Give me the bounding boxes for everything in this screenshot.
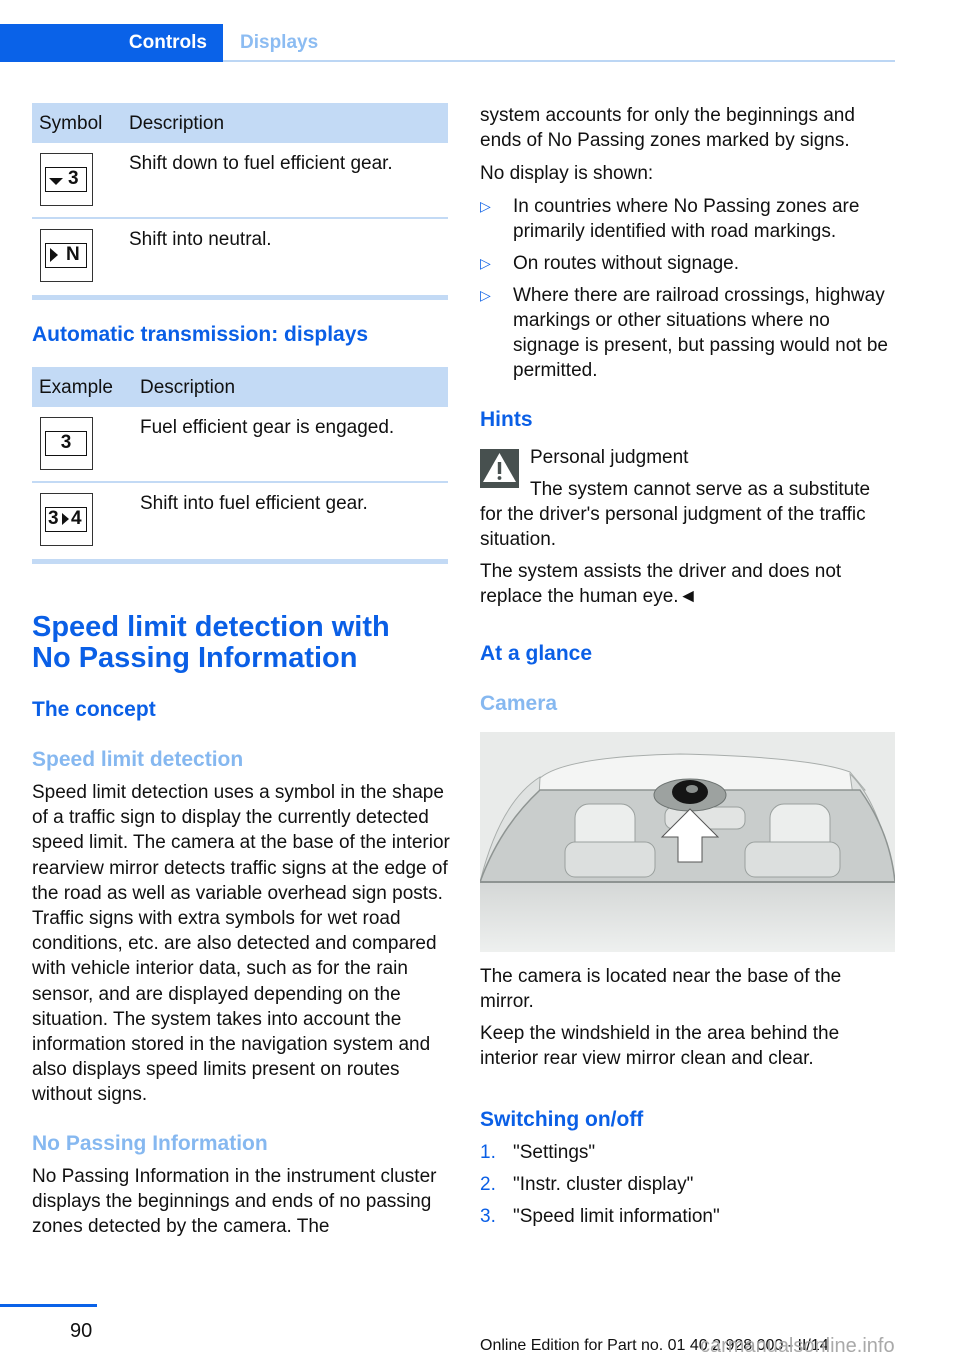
hints-heading: Hints xyxy=(480,408,533,431)
warning-title: Personal judgment xyxy=(530,447,689,468)
section-title: Speed limit detection with No Passing In… xyxy=(32,612,390,674)
no-passing-heading: No Passing Information xyxy=(32,1132,268,1155)
column-header-symbol: Symbol xyxy=(39,113,103,134)
list-item: ▷ On routes without signage. xyxy=(480,251,895,276)
shift-neutral-icon: N xyxy=(40,229,93,282)
footer-rule xyxy=(0,1304,97,1307)
at-a-glance-heading: At a glance xyxy=(480,642,593,665)
speed-limit-heading: Speed limit detection xyxy=(32,748,244,771)
windshield-care-text: Keep the windshield in the area behind t… xyxy=(480,1023,840,1070)
no-passing-paragraph: No Passing Information in the instrument… xyxy=(32,1166,437,1238)
list-item: 1. "Settings" xyxy=(480,1142,596,1163)
watermark: carmanualsonline.info xyxy=(700,1335,895,1357)
list-item: 2. "Instr. cluster display" xyxy=(480,1173,694,1195)
warning-text: The system cannot serve as a substitute … xyxy=(480,479,871,551)
tab-controls-label: Controls xyxy=(128,32,207,53)
no-display-list: ▷ In countries where No Passing zones are… xyxy=(480,194,895,390)
column-header-description: Description xyxy=(140,377,236,398)
triangle-bullet-icon: ▷ xyxy=(480,286,491,303)
section-title-line1: Speed limit detection with xyxy=(32,611,390,643)
auto-transmission-heading: Automatic transmission: displays xyxy=(32,323,369,346)
symbol-table: Symbol Description 3 Shift down to fuel … xyxy=(32,103,448,300)
warning-text-2: The system assists the driver and does n… xyxy=(480,561,842,608)
camera-location-text: The camera is located near the base of t… xyxy=(480,966,842,1013)
page-number: 90 xyxy=(70,1320,93,1342)
triangle-bullet-icon: ▷ xyxy=(480,254,491,271)
continued-paragraph: system accounts for only the beginnings … xyxy=(480,105,855,152)
switching-steps: 1. "Settings" 2. "Instr. cluster display" … xyxy=(480,1140,895,1236)
table-row: N Shift into neutral. xyxy=(32,219,448,295)
table-end-rule xyxy=(32,295,448,300)
section-title-line2: No Passing Information xyxy=(32,642,358,674)
row-description: Shift into fuel efficient gear. xyxy=(140,493,368,514)
list-item: ▷ In countries where No Passing zones are… xyxy=(480,196,860,243)
table-row: 3 Shift down to fuel efficient gear. xyxy=(32,143,448,219)
list-item: ▷ Where there are railroad crossings, hig… xyxy=(480,284,888,382)
triangle-bullet-icon: ▷ xyxy=(480,198,491,214)
tab-controls[interactable]: Controls xyxy=(0,24,223,62)
list-item: 3. "Speed limit information" xyxy=(480,1205,720,1227)
column-header-description: Description xyxy=(129,113,225,134)
camera-illustration xyxy=(478,732,896,952)
switching-heading: Switching on/off xyxy=(480,1108,644,1131)
table-header: Example Description xyxy=(32,367,448,407)
speed-limit-paragraph: Speed limit detection uses a symbol in t… xyxy=(32,782,450,1106)
example-table: Example Description 3 Fuel efficient gea… xyxy=(32,367,448,564)
row-description: Shift into neutral. xyxy=(129,229,272,250)
shift-down-icon: 3 xyxy=(40,153,93,206)
header-divider xyxy=(223,60,895,62)
table-row: 3 4 Shift into fuel efficient gear. xyxy=(32,483,448,559)
camera-heading: Camera xyxy=(480,692,558,715)
gear-engaged-icon: 3 xyxy=(40,417,93,470)
shift-up-gear-icon: 3 4 xyxy=(40,493,93,546)
table-end-rule xyxy=(32,559,448,564)
column-header-example: Example xyxy=(39,377,113,398)
table-row: 3 Fuel efficient gear is engaged. xyxy=(32,407,448,483)
table-header: Symbol Description xyxy=(32,103,448,143)
no-display-intro: No display is shown: xyxy=(480,163,654,184)
row-description: Shift down to fuel efficient gear. xyxy=(129,153,393,174)
tab-displays[interactable]: Displays xyxy=(240,32,318,54)
row-description: Fuel efficient gear is engaged. xyxy=(140,417,395,438)
concept-heading: The concept xyxy=(32,698,156,721)
